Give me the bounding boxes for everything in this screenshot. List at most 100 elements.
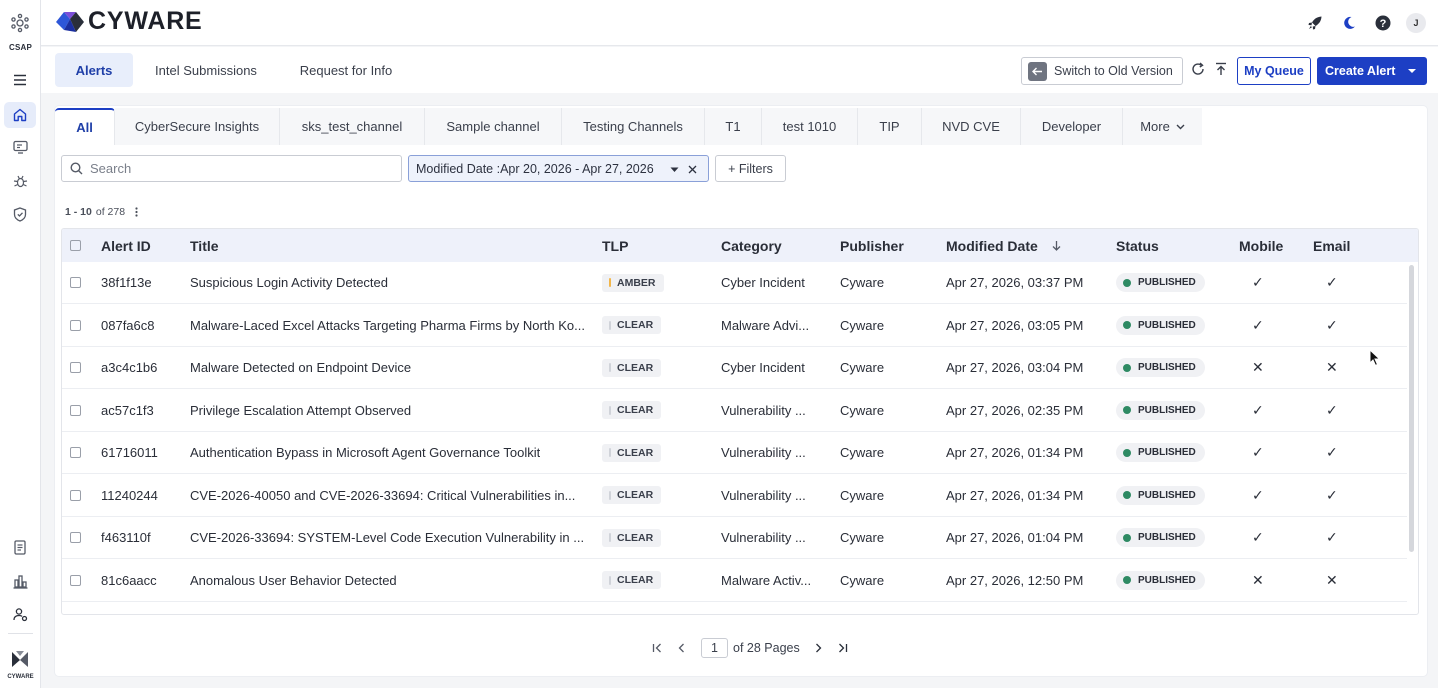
alert-title-cell[interactable]: Anomalous User Behavior Detected [190, 560, 397, 601]
home-icon[interactable] [4, 102, 36, 128]
shield-icon[interactable] [9, 203, 31, 225]
alert-id-cell[interactable]: 11240244 [101, 475, 158, 516]
status-badge: PUBLISHED [1116, 390, 1205, 431]
user-avatar[interactable]: J [1406, 13, 1426, 33]
search-input[interactable] [90, 161, 390, 176]
col-status[interactable]: Status [1116, 229, 1159, 262]
user-settings-icon[interactable] [9, 603, 31, 625]
col-modified-date[interactable]: Modified Date [946, 229, 1061, 262]
alert-title-cell[interactable]: Malware Detected on Endpoint Device [190, 347, 411, 388]
col-category[interactable]: Category [721, 229, 782, 262]
dark-mode-icon[interactable] [1338, 12, 1360, 34]
first-page-icon[interactable] [648, 639, 666, 657]
search-box[interactable] [61, 155, 402, 182]
switch-old-version-button[interactable]: Switch to Old Version [1021, 57, 1183, 85]
col-title[interactable]: Title [190, 229, 219, 262]
sort-desc-icon[interactable] [1052, 240, 1061, 251]
tlp-badge: CLEAR [602, 305, 662, 346]
caret-down-icon[interactable] [670, 167, 679, 173]
channel-tab-t1[interactable]: T1 [705, 108, 762, 145]
analytics-icon[interactable] [9, 570, 31, 592]
row-checkbox[interactable] [70, 517, 81, 558]
channel-tab-cybersecure-insights[interactable]: CyberSecure Insights [115, 108, 280, 145]
table-row[interactable]: f463110f CVE-2026-33694: SYSTEM-Level Cod… [62, 517, 1407, 559]
email-flag-cell: ✕ [1326, 359, 1338, 375]
row-checkbox[interactable] [70, 347, 81, 388]
channel-tab-developer[interactable]: Developer [1021, 108, 1123, 145]
alert-id-cell[interactable]: ac57c1f3 [101, 390, 154, 431]
brand-logo[interactable]: CYWARE [55, 7, 203, 36]
dashboard-icon[interactable] [9, 136, 31, 158]
table-row[interactable]: 81c6aacc Anomalous User Behavior Detected… [62, 560, 1407, 602]
email-flag-cell: ✕ [1326, 571, 1338, 588]
alert-id-cell[interactable]: a3c4c1b6 [101, 347, 157, 388]
rocket-icon[interactable] [1304, 12, 1326, 34]
bug-icon[interactable] [9, 170, 31, 192]
col-alert-id[interactable]: Alert ID [101, 229, 151, 262]
last-page-icon[interactable] [834, 639, 852, 657]
status-badge: PUBLISHED [1116, 305, 1205, 346]
alert-title-cell[interactable]: Privilege Escalation Attempt Observed [190, 390, 411, 431]
channel-tab-all[interactable]: All [55, 108, 115, 145]
csap-logo-icon[interactable] [9, 12, 31, 34]
channel-tab-testing-channels[interactable]: Testing Channels [562, 108, 705, 145]
row-checkbox[interactable] [70, 475, 81, 516]
row-checkbox[interactable] [70, 305, 81, 346]
alert-id-cell[interactable]: 61716011 [101, 432, 158, 473]
select-all-checkbox[interactable] [70, 229, 81, 262]
add-filters-button[interactable]: + Filters [715, 155, 786, 182]
menu-icon[interactable] [9, 69, 31, 91]
refresh-icon[interactable] [1191, 62, 1205, 79]
alert-id-cell[interactable]: 38f1f13e [101, 262, 152, 303]
col-email[interactable]: Email [1313, 229, 1350, 262]
alert-title-cell[interactable]: CVE-2026-33694: SYSTEM-Level Code Execut… [190, 517, 584, 558]
alert-title-cell[interactable]: CVE-2026-40050 and CVE-2026-33694: Criti… [190, 475, 575, 516]
create-alert-button[interactable]: Create Alert [1317, 57, 1427, 85]
tlp-badge: AMBER [602, 262, 664, 303]
channel-tab-sample-channel[interactable]: Sample channel [425, 108, 562, 145]
status-label: PUBLISHED [1138, 574, 1196, 586]
channel-tab-tip[interactable]: TIP [858, 108, 922, 145]
reports-icon[interactable] [9, 536, 31, 558]
table-row[interactable]: 11240244 CVE-2026-40050 and CVE-2026-3369… [62, 475, 1407, 517]
table-row[interactable]: a3c4c1b6 Malware Detected on Endpoint Dev… [62, 347, 1407, 389]
row-checkbox[interactable] [70, 432, 81, 473]
channel-tab-nvd-cve[interactable]: NVD CVE [922, 108, 1021, 145]
create-alert-dropdown-icon[interactable] [1398, 58, 1426, 84]
row-checkbox[interactable] [70, 390, 81, 431]
more-options-icon[interactable] [135, 207, 138, 217]
alert-title-cell[interactable]: Malware-Laced Excel Attacks Targeting Ph… [190, 305, 585, 346]
clear-filter-icon[interactable] [688, 165, 697, 174]
page-number-input[interactable]: 1 [701, 638, 728, 658]
alert-id-cell[interactable]: f463110f [101, 517, 151, 558]
email-flag-cell: ✓ [1326, 444, 1338, 460]
alert-id-cell[interactable]: 087fa6c8 [101, 305, 155, 346]
table-row[interactable]: ac57c1f3 Privilege Escalation Attempt Obs… [62, 390, 1407, 432]
my-queue-button[interactable]: My Queue [1237, 57, 1311, 85]
table-row[interactable]: 087fa6c8 Malware-Laced Excel Attacks Targ… [62, 305, 1407, 347]
table-scrollbar[interactable] [1409, 265, 1414, 552]
col-tlp[interactable]: TLP [602, 229, 628, 262]
channel-tab-test-1010[interactable]: test 1010 [762, 108, 858, 145]
channel-tab-more[interactable]: More [1123, 108, 1202, 145]
row-checkbox[interactable] [70, 560, 81, 601]
tab-request-for-info[interactable]: Request for Info [288, 53, 404, 87]
modified-date-filter-chip[interactable]: Modified Date :Apr 20, 2026 - Apr 27, 20… [408, 155, 709, 182]
col-mobile[interactable]: Mobile [1239, 229, 1283, 262]
channel-tab-sks-test-channel[interactable]: sks_test_channel [280, 108, 425, 145]
row-checkbox[interactable] [70, 262, 81, 303]
table-row[interactable]: 61716011 Authentication Bypass in Microso… [62, 432, 1407, 474]
table-row[interactable]: 38f1f13e Suspicious Login Activity Detect… [62, 262, 1407, 304]
alert-title-cell[interactable]: Authentication Bypass in Microsoft Agent… [190, 432, 540, 473]
help-icon[interactable]: ? [1372, 12, 1394, 34]
email-flag-cell: ✓ [1326, 486, 1338, 503]
tab-intel-submissions[interactable]: Intel Submissions [144, 53, 268, 87]
alert-title-cell[interactable]: Suspicious Login Activity Detected [190, 262, 388, 303]
tab-alerts[interactable]: Alerts [55, 53, 133, 87]
col-publisher[interactable]: Publisher [840, 229, 904, 262]
alert-id-cell[interactable]: 81c6aacc [101, 560, 157, 601]
next-page-icon[interactable] [810, 639, 828, 657]
publisher-cell: Cyware [840, 530, 885, 545]
collapse-top-icon[interactable] [1215, 62, 1227, 79]
prev-page-icon[interactable] [672, 639, 690, 657]
